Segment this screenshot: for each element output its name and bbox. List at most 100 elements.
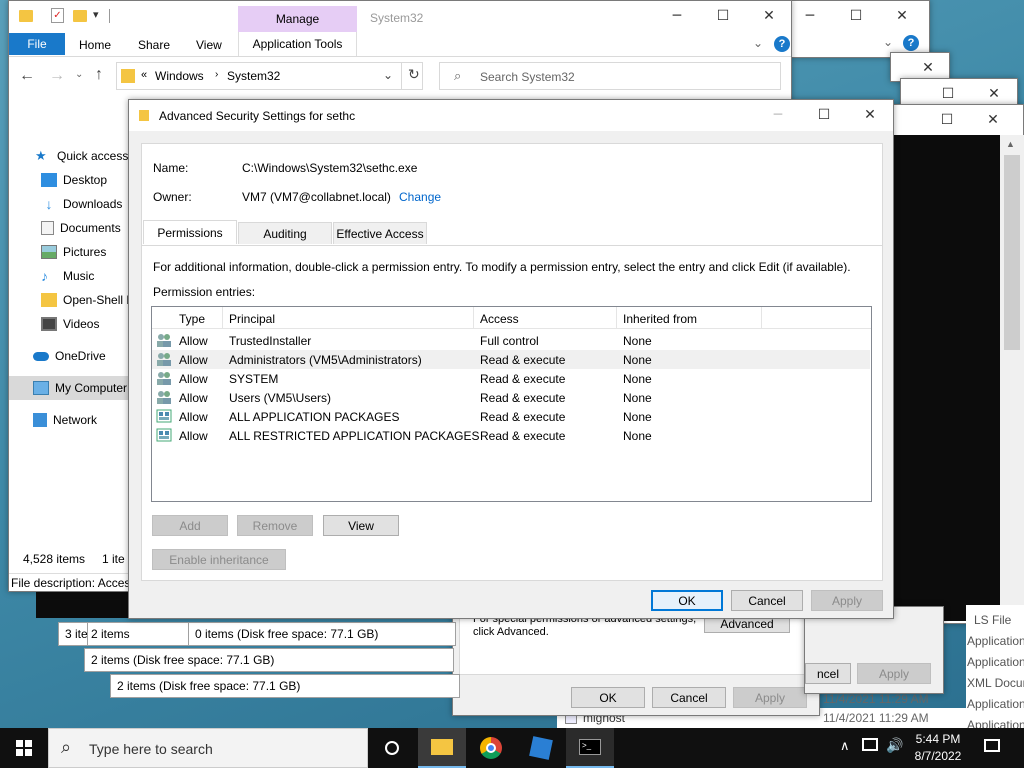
volume-icon[interactable]: 🔊 bbox=[886, 737, 903, 754]
apply-button[interactable]: Apply bbox=[733, 687, 807, 708]
properties-icon[interactable]: ✓ bbox=[51, 8, 64, 23]
breadcrumb-windows[interactable]: Windows bbox=[155, 69, 204, 83]
maximize-icon[interactable]: ☐ bbox=[700, 1, 746, 31]
customize-toolbar-icon[interactable]: ▾ bbox=[93, 8, 99, 21]
table-row[interactable]: Allow Administrators (VM5\Administrators… bbox=[152, 350, 870, 369]
advanced-security-dialog[interactable]: Advanced Security Settings for sethc ─ ☐… bbox=[128, 99, 894, 619]
remove-button[interactable]: Remove bbox=[237, 515, 313, 536]
search-input[interactable]: Search System32 bbox=[480, 70, 575, 84]
task-view-button[interactable] bbox=[368, 728, 416, 768]
enable-inheritance-button[interactable]: Enable inheritance bbox=[152, 549, 286, 570]
start-button[interactable] bbox=[0, 728, 48, 768]
up-icon[interactable]: ↑ bbox=[95, 66, 103, 84]
breadcrumb-overflow-icon[interactable]: « bbox=[141, 69, 147, 81]
apply-button[interactable]: Apply bbox=[811, 590, 883, 611]
sidebar-item-documents[interactable]: Documents bbox=[41, 216, 121, 240]
folder-icon[interactable] bbox=[19, 10, 33, 22]
list-item[interactable]: Application bbox=[967, 697, 1024, 711]
address-bar[interactable]: « Windows › System32 ⌄ ↻ bbox=[116, 62, 423, 90]
sidebar-item-pictures[interactable]: Pictures bbox=[41, 240, 106, 264]
sidebar-item-videos[interactable]: Videos bbox=[41, 312, 99, 336]
close-icon[interactable]: ✕ bbox=[970, 105, 1016, 135]
cancel-button[interactable]: Cancel bbox=[652, 687, 726, 708]
taskbar-search-input[interactable]: Type here to search bbox=[89, 741, 213, 757]
sidebar-item-downloads[interactable]: ↓ Downloads bbox=[41, 192, 123, 216]
scroll-up-icon[interactable]: ▲ bbox=[1006, 139, 1015, 149]
close-icon[interactable]: ✕ bbox=[879, 1, 925, 31]
tab-effective-access[interactable]: Effective Access bbox=[333, 222, 427, 244]
maximize-icon[interactable]: ☐ bbox=[924, 105, 970, 135]
address-dropdown-icon[interactable]: ⌄ bbox=[383, 68, 393, 82]
tab-home[interactable]: Home bbox=[79, 38, 111, 52]
add-button[interactable]: Add bbox=[152, 515, 228, 536]
tab-auditing[interactable]: Auditing bbox=[238, 222, 332, 244]
list-item[interactable]: Application bbox=[967, 655, 1024, 669]
minimize-icon[interactable]: ─ bbox=[787, 1, 833, 31]
clock-time[interactable]: 5:44 PM bbox=[912, 732, 964, 746]
close-icon[interactable]: ✕ bbox=[847, 100, 893, 130]
table-row[interactable]: Allow ALL RESTRICTED APPLICATION PACKAGE… bbox=[152, 426, 870, 445]
sidebar-item-onedrive[interactable]: OneDrive bbox=[33, 344, 106, 368]
tab-permissions[interactable]: Permissions bbox=[143, 220, 237, 244]
help-icon[interactable]: ? bbox=[774, 36, 790, 52]
column-type[interactable]: Type bbox=[179, 312, 205, 326]
notifications-icon[interactable] bbox=[984, 739, 1000, 752]
taskbar-search[interactable]: ⌕ Type here to search bbox=[48, 728, 368, 768]
search-box[interactable]: ⌕ Search System32 bbox=[439, 62, 781, 90]
sidebar-item-desktop[interactable]: Desktop bbox=[41, 168, 107, 192]
back-icon[interactable]: ← bbox=[19, 67, 35, 85]
taskbar-app[interactable] bbox=[517, 728, 565, 768]
column-principal[interactable]: Principal bbox=[229, 312, 275, 326]
network-tray-icon[interactable] bbox=[862, 738, 878, 751]
collapse-ribbon-icon[interactable]: ⌄ bbox=[883, 35, 893, 49]
taskbar-chrome[interactable] bbox=[467, 728, 515, 768]
background-window-4[interactable]: ☐ ✕ ▲ ▼ bbox=[893, 104, 1024, 624]
breadcrumb-system32[interactable]: System32 bbox=[227, 69, 280, 83]
sidebar-item-open-shell[interactable]: Open-Shell M bbox=[41, 288, 136, 312]
view-button[interactable]: View bbox=[323, 515, 399, 536]
minimize-icon[interactable]: ─ bbox=[654, 1, 700, 31]
taskbar-console[interactable]: >_ bbox=[566, 728, 614, 768]
new-folder-icon[interactable] bbox=[73, 10, 87, 22]
apply-button[interactable]: Apply bbox=[857, 663, 931, 684]
table-row[interactable]: Allow ALL APPLICATION PACKAGES Read & ex… bbox=[152, 407, 870, 426]
table-row[interactable]: Allow TrustedInstaller Full control None bbox=[152, 331, 870, 350]
tab-view[interactable]: View bbox=[196, 38, 222, 52]
sidebar-item-network[interactable]: Network bbox=[33, 408, 97, 432]
refresh-icon[interactable]: ↻ bbox=[408, 66, 420, 83]
forward-icon[interactable]: → bbox=[49, 67, 65, 85]
tab-application-tools[interactable]: Application Tools bbox=[238, 32, 357, 56]
list-item[interactable]: LS File bbox=[974, 613, 1011, 627]
scroll-thumb[interactable] bbox=[1004, 155, 1020, 350]
collapse-ribbon-icon[interactable]: ⌄ bbox=[753, 36, 763, 50]
permission-list[interactable]: Type Principal Access Inherited from All… bbox=[151, 306, 872, 502]
background-window-1[interactable]: ─ ☐ ✕ ⌄ ? bbox=[790, 0, 930, 58]
sidebar-item-my-computer[interactable]: My Computer bbox=[9, 376, 129, 400]
change-owner-link[interactable]: Change bbox=[399, 190, 441, 204]
maximize-icon[interactable]: ☐ bbox=[801, 100, 847, 130]
close-icon[interactable]: ✕ bbox=[746, 1, 792, 31]
column-access[interactable]: Access bbox=[480, 312, 519, 326]
cancel-button[interactable]: Cancel bbox=[731, 590, 803, 611]
help-icon[interactable]: ? bbox=[903, 35, 919, 51]
clock-date[interactable]: 8/7/2022 bbox=[912, 749, 964, 763]
breadcrumb-chevron-icon[interactable]: › bbox=[215, 69, 218, 80]
table-row[interactable]: Allow SYSTEM Read & execute None bbox=[152, 369, 870, 388]
taskbar-explorer[interactable] bbox=[418, 728, 466, 768]
background-dialog-2[interactable]: ncel Apply bbox=[804, 606, 944, 694]
list-item[interactable]: XML Docum bbox=[967, 676, 1024, 690]
sidebar-item-quick-access[interactable]: ★ Quick access bbox=[35, 144, 128, 168]
sidebar-item-music[interactable]: ♪ Music bbox=[41, 264, 94, 288]
recent-locations-icon[interactable]: ⌄ bbox=[75, 69, 83, 80]
list-item[interactable]: Application bbox=[967, 634, 1024, 648]
ok-button[interactable]: OK bbox=[571, 687, 645, 708]
column-inherited[interactable]: Inherited from bbox=[623, 312, 697, 326]
maximize-icon[interactable]: ☐ bbox=[833, 1, 879, 31]
cancel-button[interactable]: ncel bbox=[805, 663, 851, 684]
table-row[interactable]: Allow Users (VM5\Users) Read & execute N… bbox=[152, 388, 870, 407]
minimize-icon[interactable]: ─ bbox=[755, 100, 801, 130]
tab-file[interactable]: File bbox=[9, 33, 65, 55]
manage-group[interactable]: Manage bbox=[238, 6, 357, 32]
show-hidden-icons[interactable]: ∧ bbox=[840, 738, 850, 754]
ok-button[interactable]: OK bbox=[651, 590, 723, 611]
